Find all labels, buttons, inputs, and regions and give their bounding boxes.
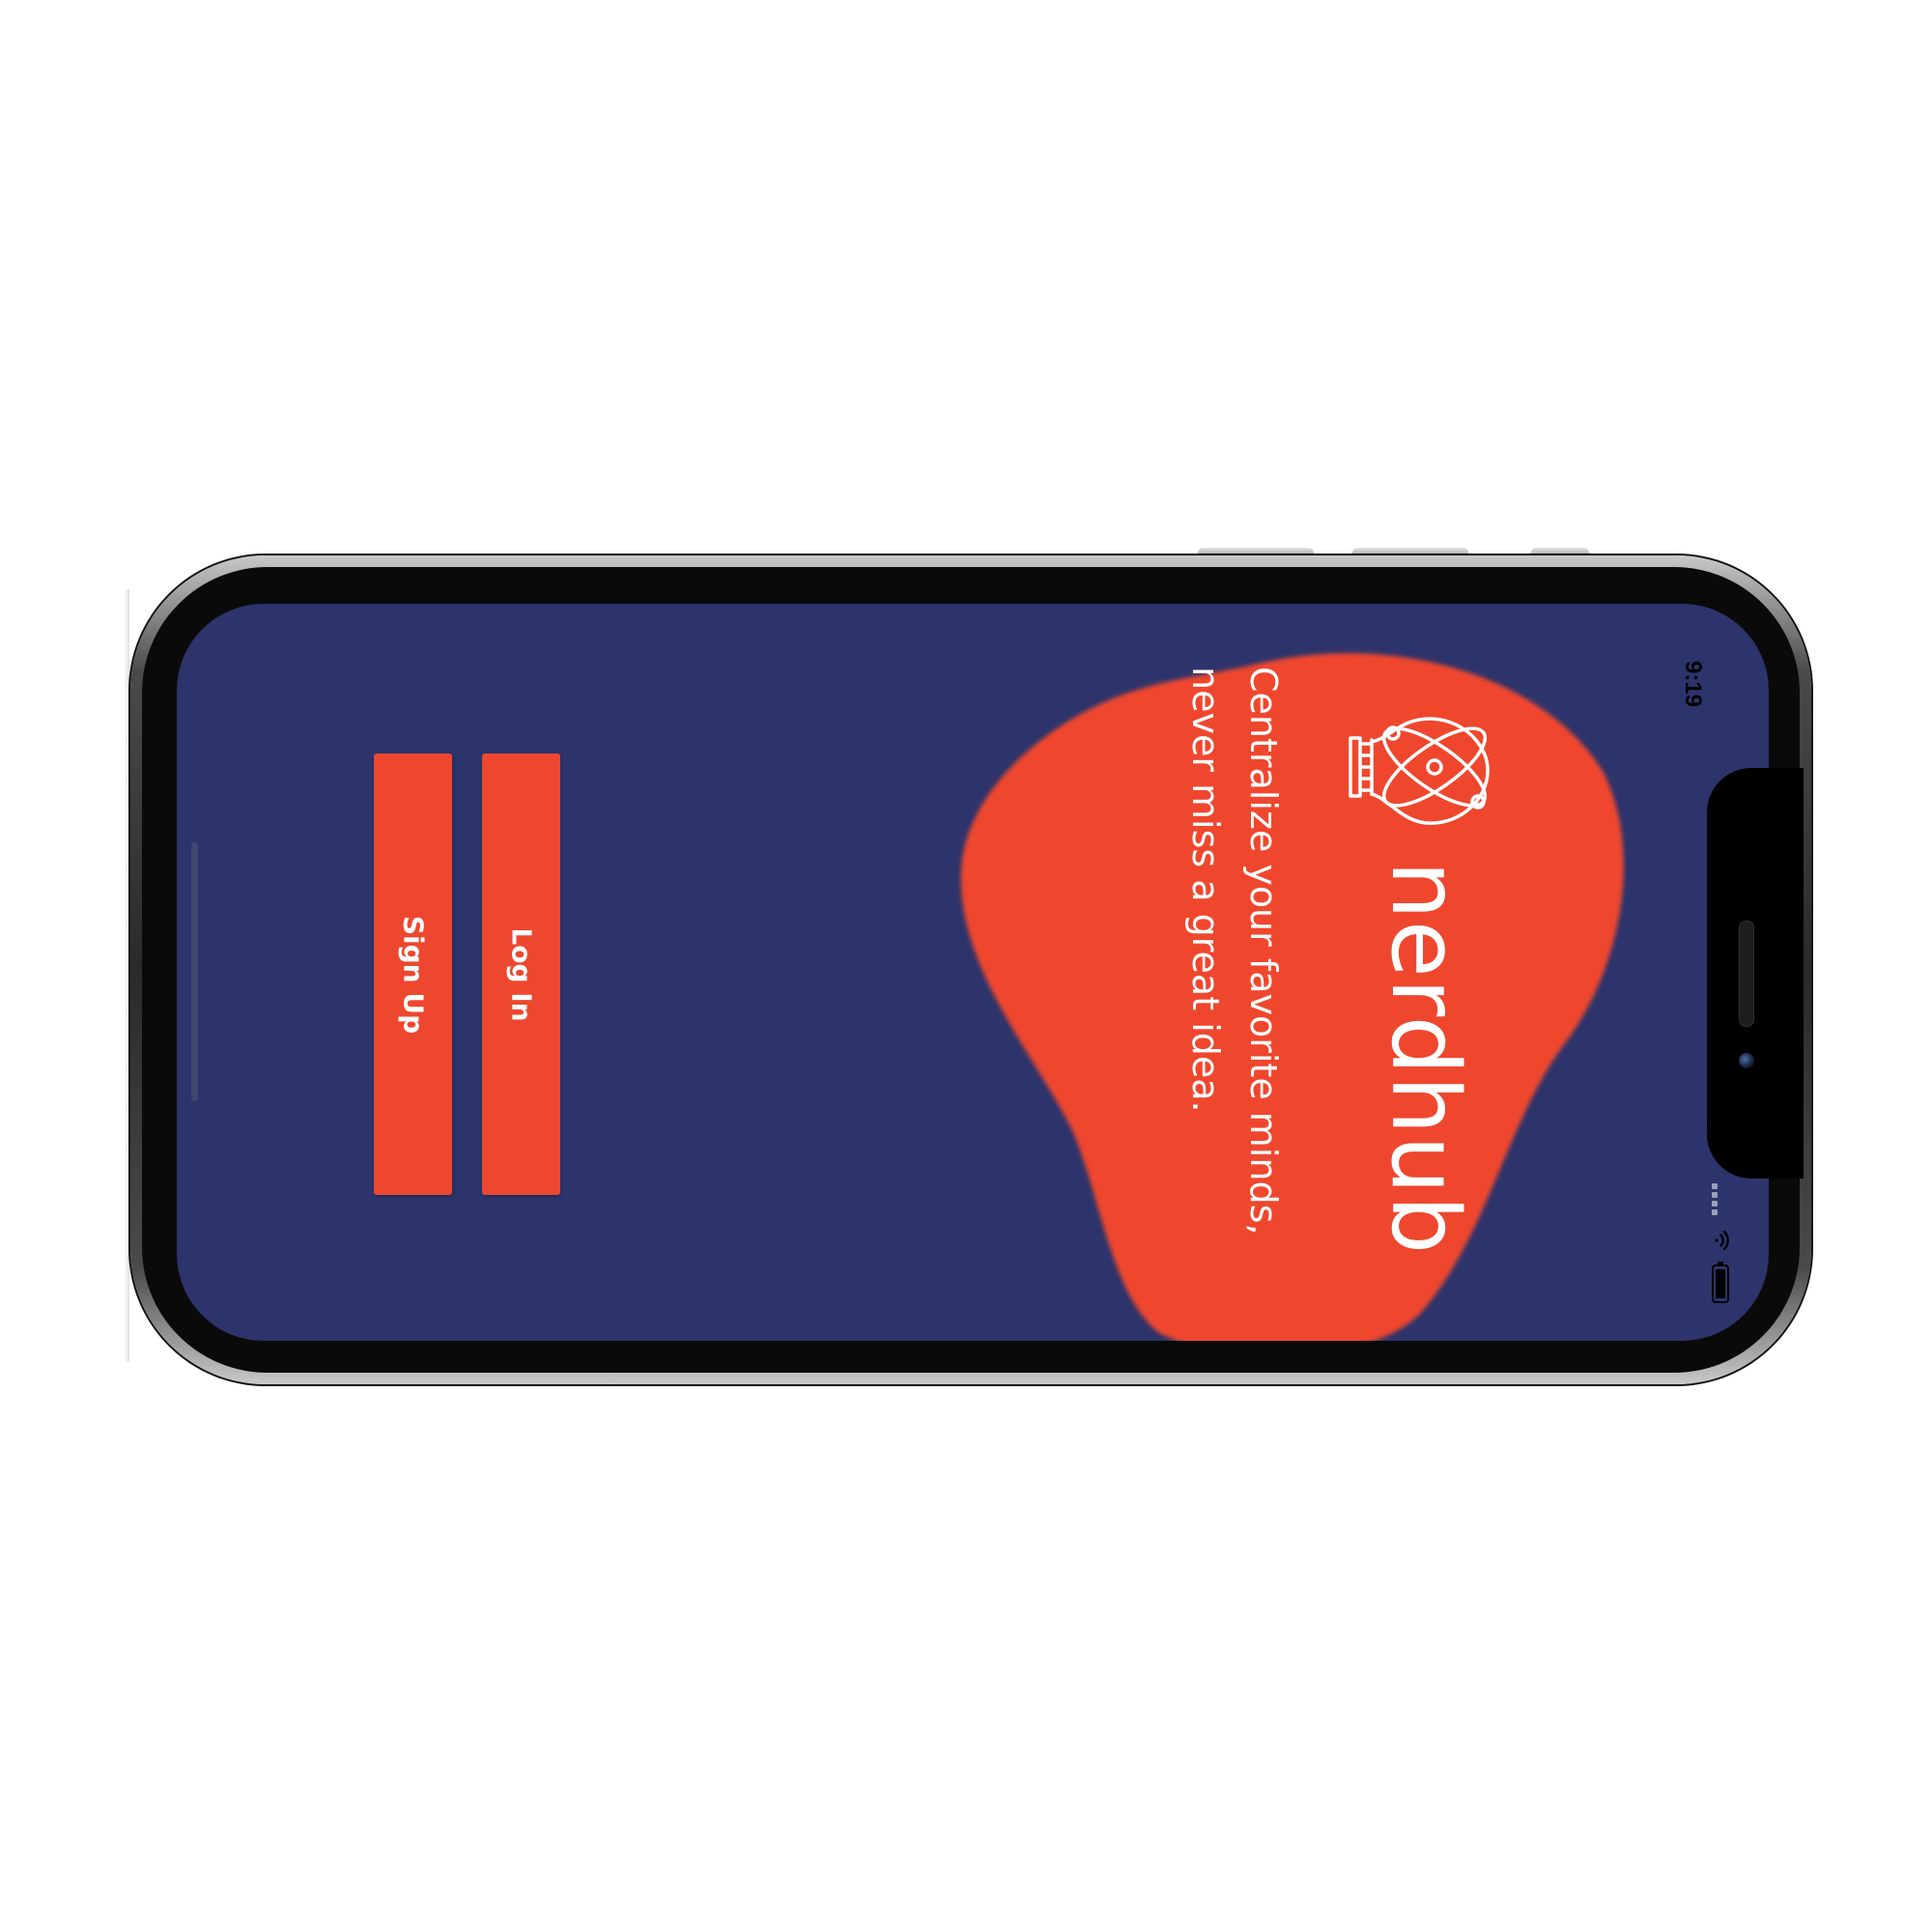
- login-button[interactable]: Log In: [482, 753, 560, 1195]
- battery-icon: [1712, 1262, 1729, 1303]
- lightbulb-atom-icon: [1349, 717, 1490, 825]
- tagline-line-2: never miss a great idea.: [1184, 667, 1227, 1113]
- signup-button-label: Sign Up: [397, 915, 429, 1034]
- front-camera-icon: [1739, 1053, 1754, 1068]
- device-shadow: [124, 589, 129, 1362]
- notch: [1707, 768, 1804, 1179]
- login-button-label: Log In: [505, 926, 537, 1022]
- signup-button[interactable]: Sign Up: [374, 753, 452, 1195]
- signal-icon: [1712, 1183, 1718, 1216]
- earpiece-speaker: [1739, 921, 1754, 1027]
- wifi-icon: [1715, 1230, 1729, 1251]
- device-mockup: nerdhub Centralize your favorite minds, …: [0, 0, 1932, 1932]
- tagline-line-1: Centralize your favorite minds,: [1242, 667, 1285, 1236]
- status-time: 9:19: [1680, 660, 1706, 708]
- tagline: Centralize your favorite minds, never mi…: [1177, 667, 1293, 1285]
- home-indicator[interactable]: [191, 842, 198, 1101]
- brand-name: nerdhub: [1371, 860, 1479, 1256]
